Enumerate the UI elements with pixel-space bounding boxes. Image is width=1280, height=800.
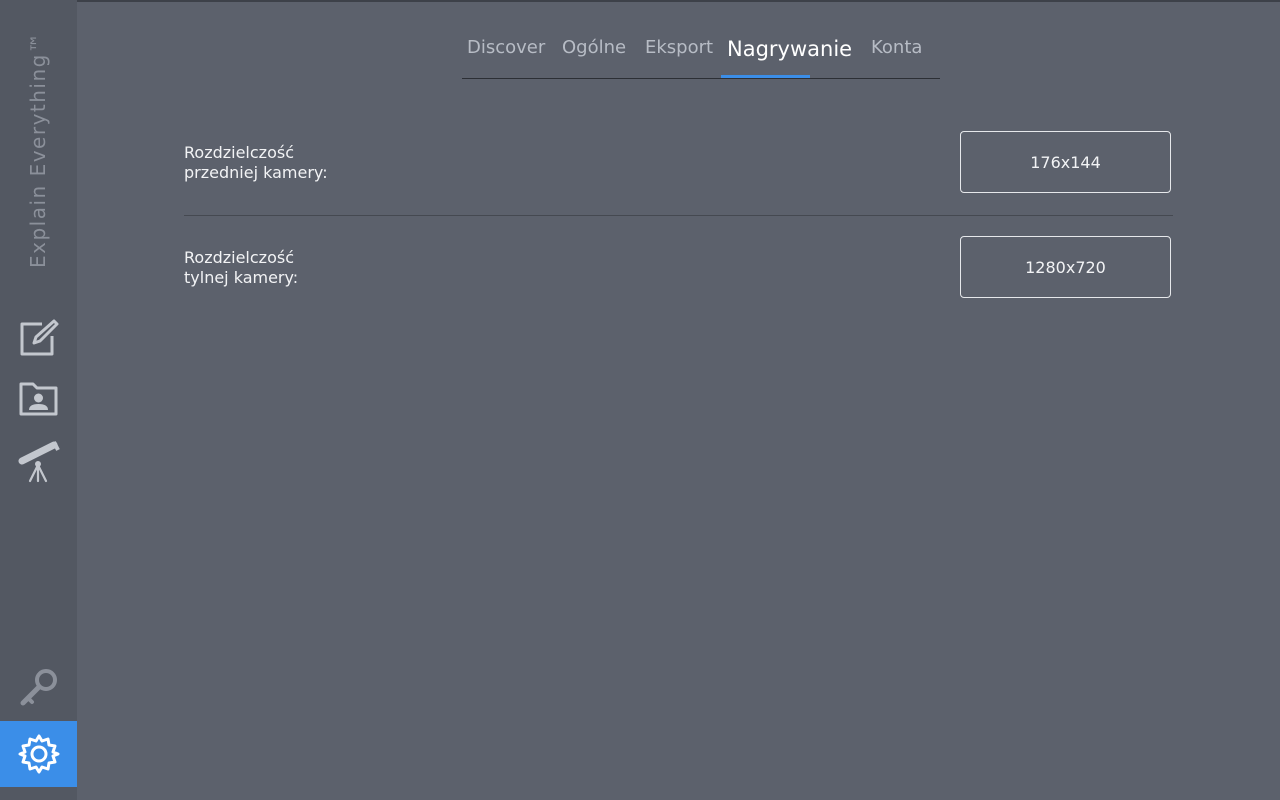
- tab-recording[interactable]: Nagrywanie: [727, 30, 852, 78]
- front-camera-resolution-button[interactable]: 176x144: [960, 131, 1171, 193]
- tab-accounts[interactable]: Konta: [871, 30, 922, 78]
- active-tab-indicator: [721, 75, 810, 78]
- settings-gear-icon[interactable]: [0, 721, 77, 787]
- tab-general[interactable]: Ogólne: [562, 30, 626, 78]
- front-camera-label: Rozdzielczość przedniej kamery:: [184, 143, 328, 182]
- tab-discover[interactable]: Discover: [467, 30, 545, 78]
- settings-tabs: Discover Ogólne Eksport Nagrywanie Konta: [462, 30, 940, 79]
- rear-camera-resolution-button[interactable]: 1280x720: [960, 236, 1171, 298]
- edit-icon[interactable]: [0, 316, 77, 360]
- top-border: [0, 0, 1280, 2]
- key-icon[interactable]: [0, 664, 77, 710]
- tab-export[interactable]: Eksport: [645, 30, 713, 78]
- sidebar: Explain Everything™: [0, 0, 77, 800]
- telescope-icon[interactable]: [0, 438, 77, 484]
- brand-title: Explain Everything™: [26, 31, 50, 268]
- rear-camera-label: Rozdzielczość tylnej kamery:: [184, 248, 299, 287]
- folder-user-icon[interactable]: [0, 377, 77, 419]
- row-divider: [184, 215, 1173, 216]
